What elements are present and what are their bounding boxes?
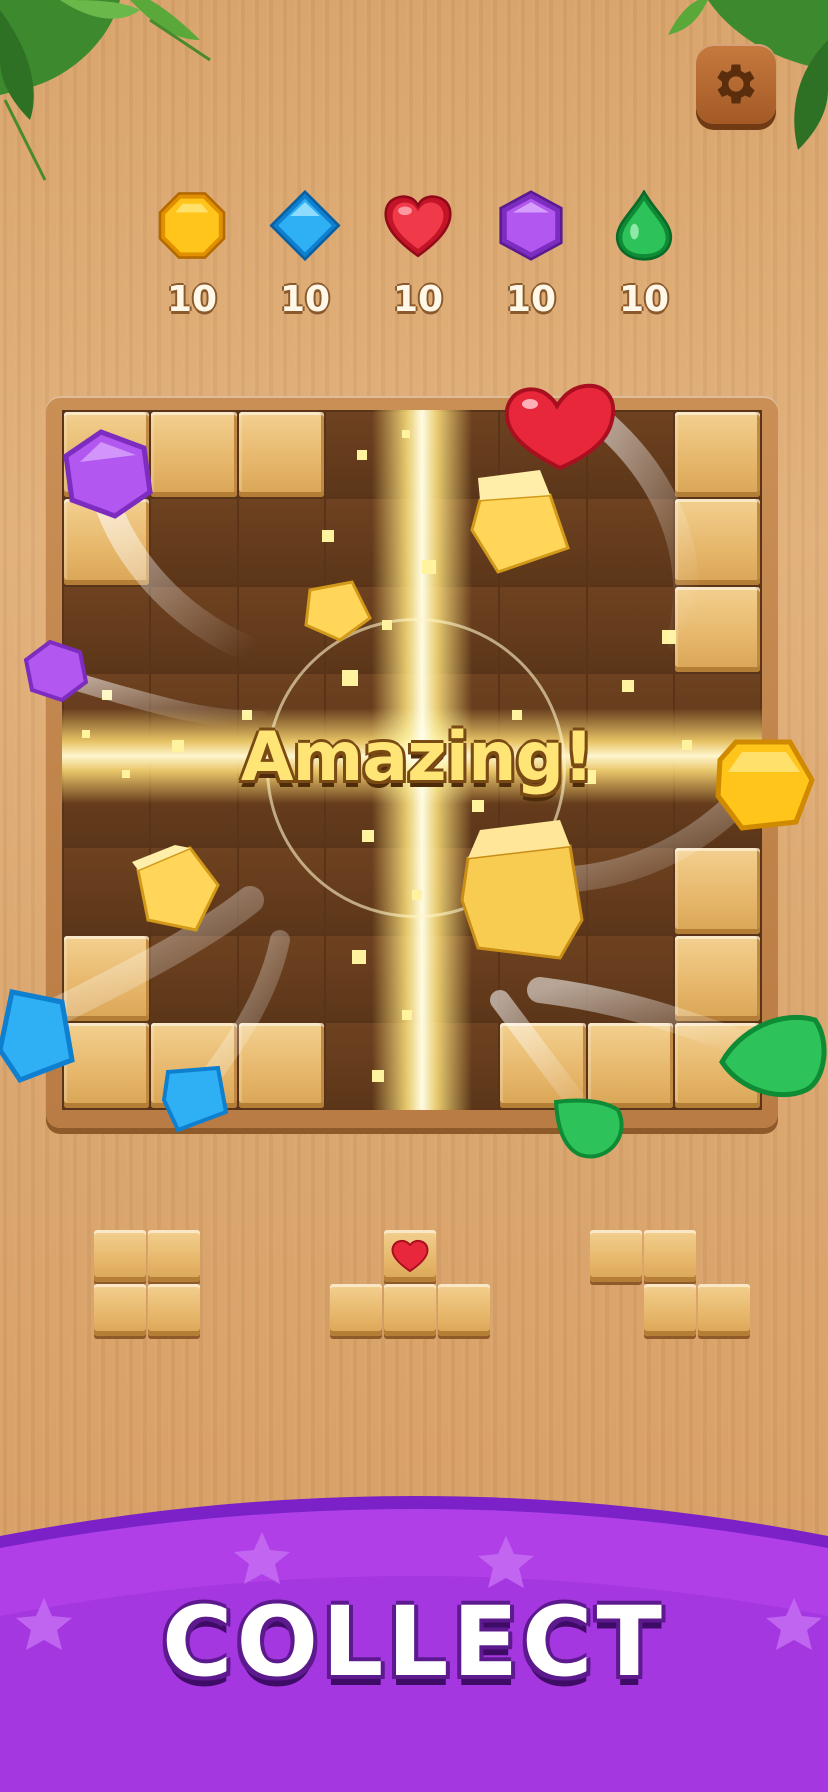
piece-block [148, 1284, 200, 1336]
goal-count: 10 [618, 279, 670, 320]
settings-button[interactable] [696, 44, 776, 124]
piece-block [384, 1284, 436, 1336]
piece-block [644, 1230, 696, 1282]
piece-gap [590, 1284, 642, 1336]
piece-block [330, 1284, 382, 1336]
piece-block [438, 1284, 490, 1336]
piece-block [148, 1230, 200, 1282]
piece-block [94, 1284, 146, 1336]
drop-gem-icon [615, 190, 673, 261]
heart-gem-icon [391, 1239, 429, 1273]
piece-gap [698, 1230, 750, 1282]
diamond-gem-icon [269, 190, 341, 261]
goal-count: 10 [166, 279, 218, 320]
heart-gem-icon [384, 195, 452, 258]
piece-block [698, 1284, 750, 1336]
goal-octagon: 10 [148, 190, 236, 320]
z-piece[interactable] [590, 1230, 750, 1336]
goal-drop: 10 [600, 190, 688, 320]
leaves-decoration-left [0, 0, 211, 181]
goal-hexagon: 10 [487, 190, 575, 320]
goal-count: 10 [505, 279, 557, 320]
piece-block [644, 1284, 696, 1336]
piece-block-heart [384, 1230, 436, 1282]
goal-diamond: 10 [261, 190, 349, 320]
piece-block [94, 1230, 146, 1282]
hexagon-gem-icon [499, 190, 563, 261]
goal-count: 10 [392, 279, 444, 320]
piece-gap [330, 1230, 382, 1282]
goal-count: 10 [279, 279, 331, 320]
goal-heart: 10 [374, 190, 462, 320]
t-piece[interactable] [330, 1230, 490, 1336]
octagon-gem-icon [158, 192, 226, 259]
goals-bar: 10 10 10 10 10 [148, 190, 688, 320]
piece-block [590, 1230, 642, 1282]
square-piece[interactable] [94, 1230, 200, 1336]
piece-gap [438, 1230, 490, 1282]
collect-label: COLLECT [162, 1586, 666, 1698]
combo-text: Amazing! [240, 718, 594, 797]
gear-icon [717, 64, 755, 104]
